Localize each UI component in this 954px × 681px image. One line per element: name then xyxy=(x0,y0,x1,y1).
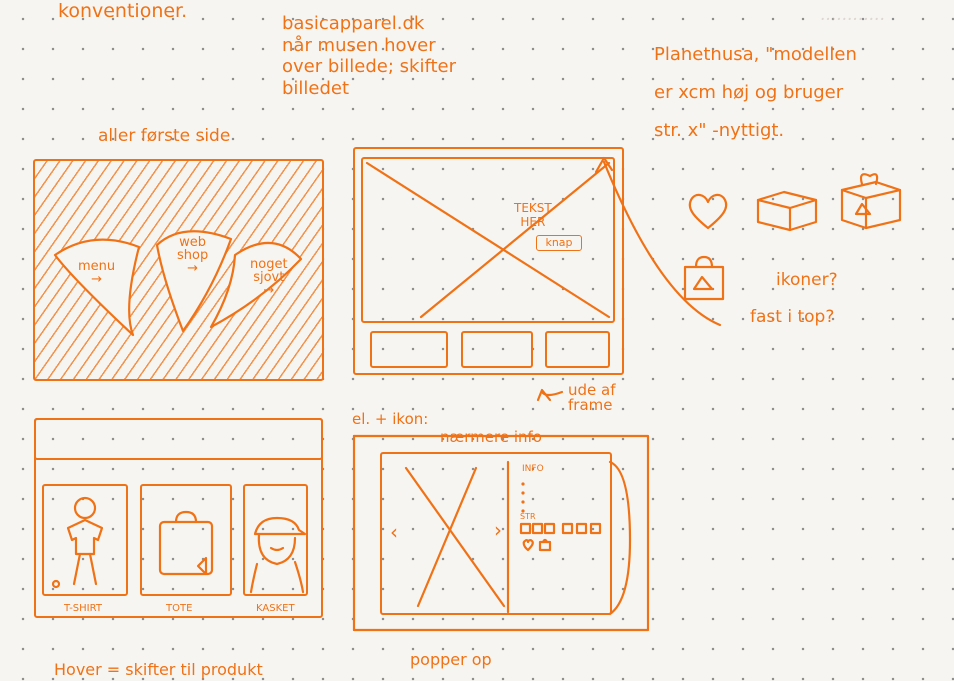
popup-info-dots xyxy=(521,482,525,513)
cap-person-drawing xyxy=(249,516,307,594)
gift-bag-icon xyxy=(840,173,902,230)
tshirt-figure-drawing xyxy=(51,496,104,589)
note-fixed-top: fast i top? xyxy=(750,307,835,327)
note-line: el. + ikon: xyxy=(352,410,429,428)
popup-prev-arrow[interactable]: ‹ xyxy=(390,520,398,544)
note-line: frame xyxy=(568,396,613,414)
popup-info-label: INFO xyxy=(522,464,544,474)
product-label-tote: TOTE xyxy=(166,603,193,614)
box-icon xyxy=(756,190,818,232)
popup-size-options[interactable] xyxy=(519,522,609,536)
popup-favorite-cart-icons[interactable] xyxy=(522,538,556,552)
product-label-tshirt: T-SHIRT xyxy=(64,603,102,614)
note-out-of-frame: ude af frame xyxy=(568,383,616,413)
note-hover: Hover = skifter til produkt xyxy=(54,660,263,679)
product-header-bar xyxy=(34,418,323,460)
note-icons-question: ikoner? xyxy=(776,270,838,290)
popup-next-arrow[interactable]: › xyxy=(494,518,502,542)
bag-icon xyxy=(683,255,725,301)
heart-icon xyxy=(688,193,728,230)
tote-bag-drawing xyxy=(158,510,214,576)
product-label-cap: KASKET xyxy=(256,603,295,614)
popup-size-label: STR xyxy=(520,512,536,521)
note-popup: popper op xyxy=(410,650,492,669)
